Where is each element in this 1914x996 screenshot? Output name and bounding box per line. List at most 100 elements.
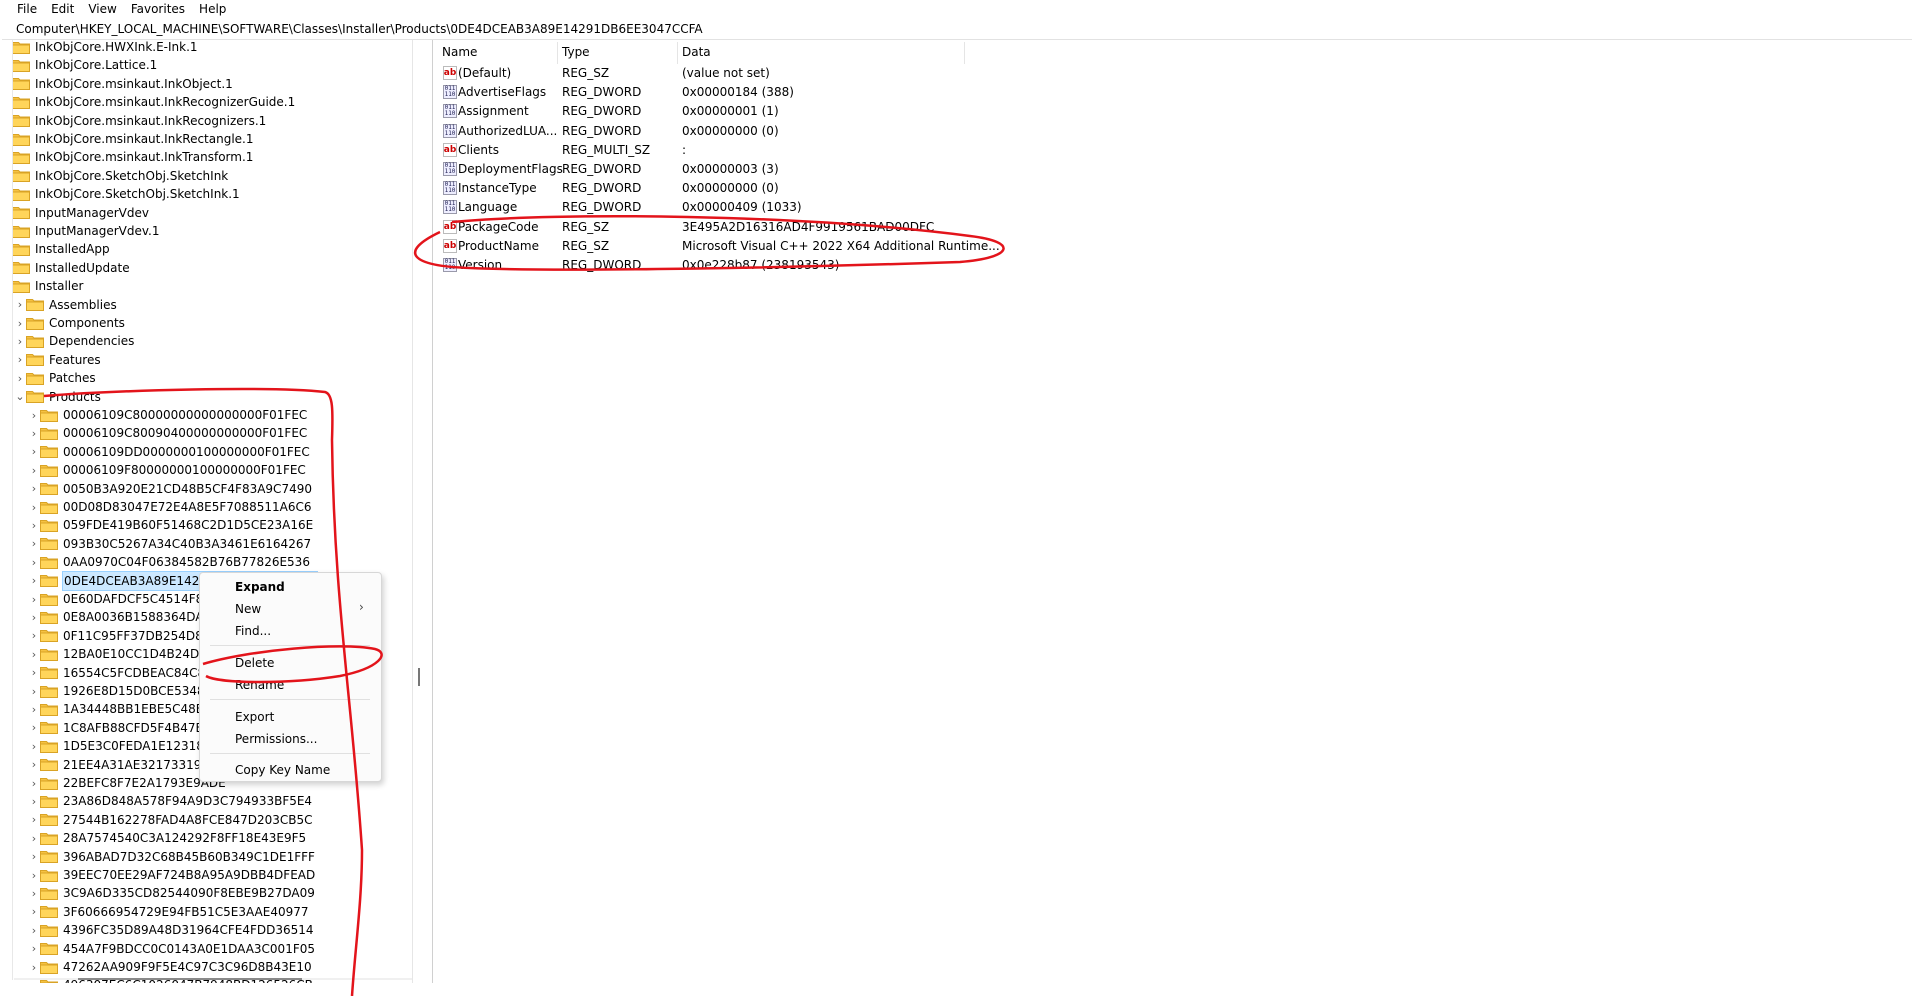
chevron-right-icon[interactable]: › (28, 756, 40, 774)
chevron-right-icon[interactable]: › (28, 645, 40, 663)
tree-item-product[interactable]: › 28A7574540C3A124292F8FF18E43E9F5 (28, 829, 306, 847)
value-row[interactable]: ab (Default) REG_SZ (value not set) (434, 64, 1434, 83)
tree-item-product[interactable]: › 3C9A6D335CD82544090F8EBE9B27DA09 (28, 884, 315, 902)
value-row[interactable]: 011 110 Language REG_DWORD 0x00000409 (1033) (434, 198, 1434, 217)
tree-item-product[interactable]: › 1D5E3C0FEDA1E12318768 (28, 737, 227, 755)
chevron-right-icon[interactable]: › (28, 958, 40, 976)
menu-favorites[interactable]: Favorites (131, 0, 199, 18)
chevron-right-icon[interactable]: › (28, 553, 40, 571)
registry-tree[interactable]: InkObjCore.HWXInk.E-Ink.1 InkObjCore.Latt… (0, 40, 413, 983)
values-list[interactable]: Name Type Data ab (Default) REG_SZ (value n… (434, 40, 1914, 983)
tree-item[interactable]: InstalledApp (12, 240, 110, 258)
tree-item[interactable]: InkObjCore.msinkaut.InkRecognizers.1 (12, 112, 266, 130)
tree-item[interactable]: InkObjCore.msinkaut.InkTransform.1 (12, 148, 253, 166)
tree-item[interactable]: InstalledUpdate (12, 259, 130, 277)
tree-item-product[interactable]: › 059FDE419B60F51468C2D1D5CE23A16E (28, 516, 313, 534)
tree-item-dependencies[interactable]: › Dependencies (14, 332, 135, 350)
value-row[interactable]: 011 110 Version REG_DWORD 0x0e228b87 (238193… (434, 256, 1434, 275)
chevron-right-icon[interactable]: › (28, 424, 40, 442)
value-row[interactable]: ab Clients REG_MULTI_SZ: (434, 141, 1434, 160)
tree-item-features[interactable]: › Features (14, 351, 101, 369)
chevron-right-icon[interactable]: › (28, 848, 40, 866)
chevron-right-icon[interactable]: › (28, 792, 40, 810)
tree-item-product[interactable]: › 4396FC35D89A48D31964CFE4FDD36514 (28, 921, 314, 939)
column-divider[interactable] (677, 42, 678, 64)
chevron-right-icon[interactable]: › (28, 480, 40, 498)
pane-splitter[interactable] (432, 40, 433, 983)
tree-item[interactable]: InkObjCore.msinkaut.InkObject.1 (12, 75, 233, 93)
chevron-right-icon[interactable]: › (28, 903, 40, 921)
tree-item-product[interactable]: › 00006109F80000000100000000F01FEC (28, 461, 306, 479)
tree-item-product[interactable]: › 1C8AFB88CFD5F4B47B1C4 (28, 719, 228, 737)
chevron-right-icon[interactable]: › (14, 351, 26, 369)
menu-item-find[interactable]: Find... (235, 623, 271, 639)
value-row[interactable]: ab PackageCode REG_SZ 3E495A2D16316AD4F9919… (434, 218, 1434, 237)
splitter-grip[interactable] (418, 668, 420, 686)
tree-item[interactable]: InputManagerVdev (12, 204, 149, 222)
menu-item-rename[interactable]: Rename (235, 677, 284, 693)
value-row[interactable]: 011 110 Assignment REG_DWORD 0x00000001 (1) (434, 102, 1434, 121)
chevron-right-icon[interactable]: › (28, 461, 40, 479)
tree-item-patches[interactable]: › Patches (14, 369, 96, 387)
tree-item-product[interactable]: › 3F60666954729E94FB51C5E3AAE40977 (28, 903, 309, 921)
menu-file[interactable]: File (0, 0, 51, 18)
menu-item-permissions[interactable]: Permissions... (235, 731, 317, 747)
address-bar[interactable]: Computer\HKEY_LOCAL_MACHINE\SOFTWARE\Cla… (2, 19, 1912, 40)
chevron-right-icon[interactable]: › (28, 498, 40, 516)
chevron-right-icon[interactable]: › (28, 700, 40, 718)
chevron-right-icon[interactable]: › (28, 719, 40, 737)
chevron-right-icon[interactable]: › (28, 535, 40, 553)
tree-item-product[interactable]: › 396ABAD7D32C68B45B60B349C1DE1FFF (28, 848, 315, 866)
tree-item-product[interactable]: › 00D08D83047E72E4A8E5F7088511A6C6 (28, 498, 312, 516)
chevron-right-icon[interactable]: › (14, 296, 26, 314)
tree-item-product[interactable]: › 00006109DD0000000100000000F01FEC (28, 443, 310, 461)
chevron-right-icon[interactable]: › (28, 884, 40, 902)
chevron-right-icon[interactable]: › (28, 443, 40, 461)
menu-help[interactable]: Help (199, 0, 240, 18)
tree-item-product[interactable]: › 23A86D848A578F94A9D3C794933BF5E4 (28, 792, 312, 810)
column-divider[interactable] (964, 42, 965, 64)
address-path[interactable]: Computer\HKEY_LOCAL_MACHINE\SOFTWARE\Cla… (2, 22, 703, 36)
chevron-right-icon[interactable]: › (28, 682, 40, 700)
chevron-right-icon[interactable]: › (28, 608, 40, 626)
chevron-down-icon[interactable]: ⌄ (14, 388, 26, 406)
chevron-right-icon[interactable]: › (28, 627, 40, 645)
chevron-right-icon[interactable]: › (28, 664, 40, 682)
tree-item[interactable]: InkObjCore.msinkaut.InkRecognizerGuide.1 (12, 93, 295, 111)
chevron-right-icon[interactable]: › (28, 737, 40, 755)
tree-item[interactable]: InkObjCore.SketchObj.SketchInk.1 (12, 185, 240, 203)
tree-item[interactable]: InkObjCore.SketchObj.SketchInk (12, 167, 228, 185)
chevron-right-icon[interactable]: › (28, 516, 40, 534)
menu-item-export[interactable]: Export (235, 709, 274, 725)
tree-horizontal-scroll-thumb[interactable] (78, 978, 302, 980)
tree-item-product[interactable]: › 39EEC70EE29AF724B8A95A9DBB4DFEAD (28, 866, 315, 884)
tree-item-product[interactable]: › 0AA0970C04F06384582B76B77826E536 (28, 553, 310, 571)
value-row[interactable]: 011 110 AuthorizedLUA... REG_DWORD 0x0000000… (434, 122, 1434, 141)
tree-item-products[interactable]: ⌄ Products (14, 388, 100, 406)
menu-item-expand[interactable]: Expand (235, 579, 285, 595)
chevron-right-icon[interactable]: › (14, 332, 26, 350)
column-header-name[interactable]: Name (442, 42, 477, 62)
menu-edit[interactable]: Edit (51, 0, 88, 18)
value-row[interactable]: 011 110 InstanceType REG_DWORD 0x00000000 (0… (434, 179, 1434, 198)
tree-item-product[interactable]: › 00006109C80090400000000000F01FEC (28, 424, 308, 442)
value-row[interactable]: ab ProductName REG_SZ Microsoft Visual C++ … (434, 237, 1434, 256)
chevron-right-icon[interactable]: › (14, 369, 26, 387)
tree-item[interactable]: InkObjCore.Lattice.1 (12, 56, 157, 74)
tree-item-product[interactable]: › 27544B162278FAD4A8FCE847D203CB5C (28, 811, 313, 829)
tree-item-product[interactable]: › 0E8A0036B1588364DABB3 (28, 608, 228, 626)
chevron-right-icon[interactable]: › (28, 590, 40, 608)
tree-item-components[interactable]: › Components (14, 314, 125, 332)
tree-item-product[interactable]: › 0E60DAFDCF5C4514F8595 (28, 590, 226, 608)
column-header-data[interactable]: Data (682, 42, 711, 62)
column-header-type[interactable]: Type (562, 42, 590, 62)
tree-item[interactable]: Installer (12, 277, 83, 295)
tree-item[interactable]: InputManagerVdev.1 (12, 222, 160, 240)
tree-item-product[interactable]: › 00006109C80000000000000000F01FEC (28, 406, 308, 424)
chevron-right-icon[interactable]: › (28, 940, 40, 958)
chevron-right-icon[interactable]: › (28, 866, 40, 884)
chevron-right-icon[interactable]: › (28, 921, 40, 939)
menu-view[interactable]: View (88, 0, 130, 18)
tree-item-product[interactable]: › 16554C5FCDBEAC84C8AC (28, 664, 222, 682)
tree-item-product[interactable]: › 1926E8D15D0BCE5348146 (28, 682, 228, 700)
